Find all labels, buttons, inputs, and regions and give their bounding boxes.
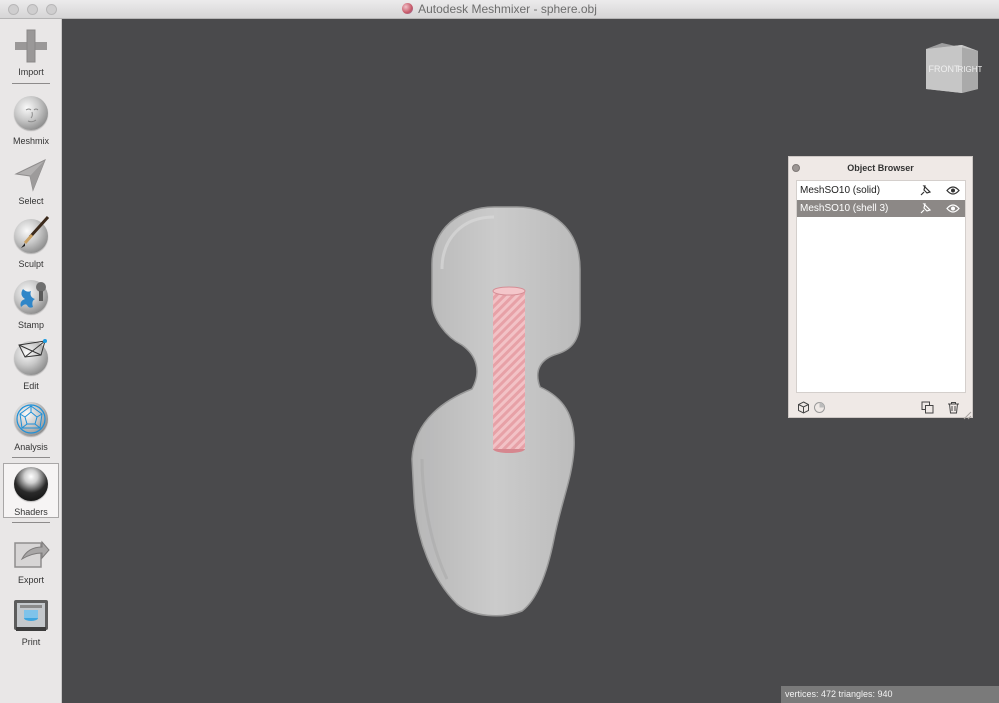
stamp-sphere-icon (12, 280, 50, 318)
stamp-button[interactable]: Stamp (0, 278, 62, 330)
face-sphere-icon (12, 96, 50, 134)
export-label: Export (17, 575, 44, 585)
window-title-text: Autodesk Meshmixer - sphere.obj (418, 2, 597, 16)
meshmix-label: Meshmix (12, 136, 49, 146)
shaders-label: Shaders (14, 507, 48, 517)
export-icon (12, 535, 50, 573)
pin-icon[interactable] (918, 184, 932, 197)
shaders-button[interactable]: Shaders (3, 463, 59, 518)
object-name: MeshSO10 (shell 3) (800, 203, 889, 214)
object-name: MeshSO10 (solid) (800, 185, 881, 196)
toolbar-divider (12, 522, 50, 523)
select-label: Select (18, 196, 44, 206)
object-browser-panel: Object Browser MeshSO10 (solid) MeshSO10… (788, 156, 974, 420)
analysis-button[interactable]: Analysis (0, 400, 62, 452)
object-browser-title: Object Browser (847, 163, 914, 173)
object-row-solid[interactable]: MeshSO10 (solid) (797, 182, 965, 199)
cube-icon[interactable] (797, 401, 810, 414)
print-button[interactable]: Print (0, 597, 62, 647)
view-cube-front-face[interactable]: FRONT (929, 64, 960, 74)
object-browser-header: Object Browser (789, 157, 972, 179)
meshmixer-app-icon (402, 3, 414, 14)
solid-cylinder[interactable] (492, 286, 526, 453)
analysis-label: Analysis (14, 442, 48, 452)
pin-icon[interactable] (918, 202, 932, 215)
visibility-eye-icon[interactable] (946, 184, 960, 197)
toolbar-divider (12, 83, 50, 84)
object-browser-footer (789, 397, 974, 420)
trash-icon[interactable] (947, 401, 960, 414)
edit-sphere-icon (12, 339, 50, 379)
arrow-select-icon (12, 156, 50, 194)
object-list: MeshSO10 (solid) MeshSO10 (shell 3) (796, 180, 966, 393)
mesh-stats-status: vertices: 472 triangles: 940 (781, 686, 999, 703)
analysis-sphere-icon (12, 402, 50, 440)
printer-icon (12, 597, 50, 635)
left-toolbar: Import Meshmix Select Sculpt Stamp Edit … (0, 19, 62, 703)
visibility-eye-icon[interactable] (946, 202, 960, 215)
title-bar: Autodesk Meshmixer - sphere.obj (0, 0, 999, 19)
select-button[interactable]: Select (0, 156, 62, 206)
plus-icon (12, 27, 50, 65)
view-cube-right-face[interactable]: RIGHT (958, 65, 983, 74)
edit-label: Edit (23, 381, 39, 391)
brush-sphere-icon (12, 215, 50, 257)
resize-grip-icon[interactable] (962, 407, 972, 425)
meshmix-button[interactable]: Meshmix (0, 94, 62, 146)
import-button[interactable]: Import (0, 27, 62, 77)
edit-button[interactable]: Edit (0, 339, 62, 391)
pie-chart-icon[interactable] (813, 401, 826, 414)
toolbar-divider (12, 457, 50, 458)
duplicate-icon[interactable] (921, 401, 934, 414)
sculpt-button[interactable]: Sculpt (0, 215, 62, 269)
sculpt-label: Sculpt (18, 259, 44, 269)
view-cube[interactable]: FRONT RIGHT (920, 41, 983, 97)
shaders-sphere-icon (12, 467, 50, 505)
window-title: Autodesk Meshmixer - sphere.obj (0, 2, 999, 16)
export-button[interactable]: Export (0, 535, 62, 585)
print-label: Print (21, 637, 41, 647)
import-label: Import (18, 67, 44, 77)
object-row-shell[interactable]: MeshSO10 (shell 3) (797, 200, 965, 217)
stamp-label: Stamp (17, 320, 44, 330)
